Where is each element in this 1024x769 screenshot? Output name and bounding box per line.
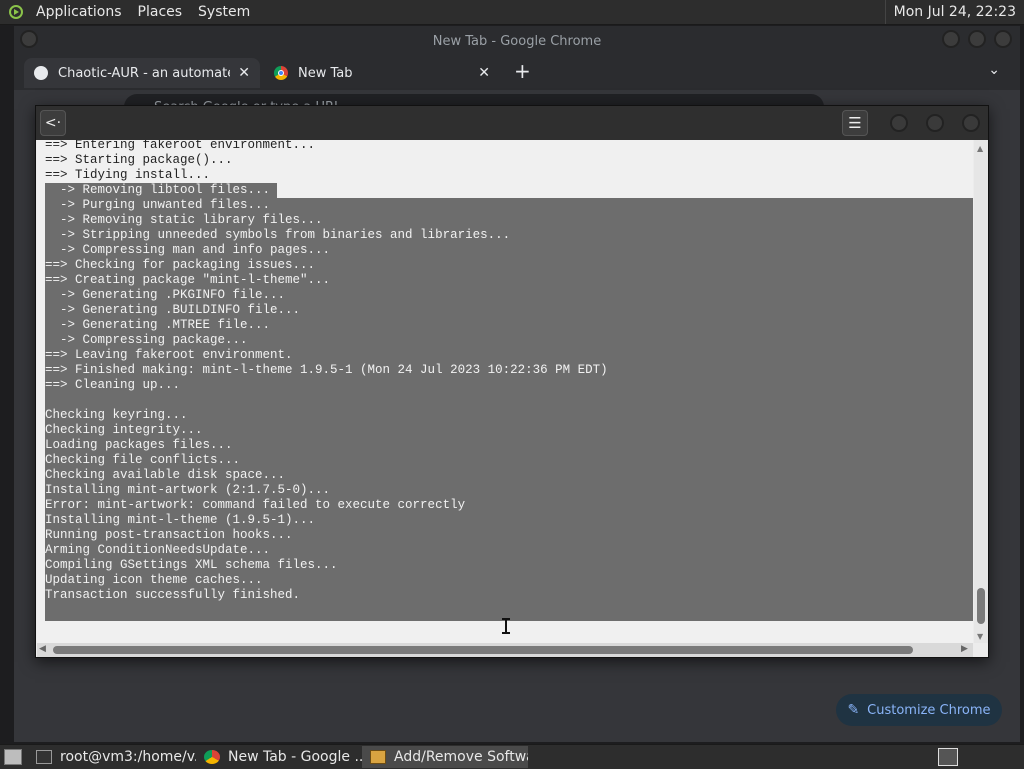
top-panel: Applications Places System Mon Jul 24, 2… xyxy=(0,0,1024,25)
workspace-switcher[interactable] xyxy=(938,748,958,766)
output-line: ==> Starting package()... xyxy=(45,153,233,167)
output-line: Loading packages files... xyxy=(45,438,233,452)
show-desktop-icon[interactable] xyxy=(4,749,22,765)
dialog-minimize-button[interactable] xyxy=(890,114,908,132)
chrome-icon xyxy=(204,750,220,764)
horizontal-scroll-thumb[interactable] xyxy=(53,646,913,654)
dialog-close-button[interactable] xyxy=(962,114,980,132)
customize-chrome-label: Customize Chrome xyxy=(867,702,991,718)
back-button[interactable]: <· xyxy=(40,110,66,136)
task-label: Add/Remove Software xyxy=(394,749,528,765)
task-add-remove-software[interactable]: Add/Remove Software xyxy=(362,746,528,768)
pencil-icon: ✎ xyxy=(847,702,860,718)
terminal-icon xyxy=(36,750,52,764)
output-line: ==> Entering fakeroot environment... xyxy=(45,140,316,152)
output-line: -> Purging unwanted files... xyxy=(45,198,271,212)
chrome-titlebar[interactable]: New Tab - Google Chrome xyxy=(14,26,1020,56)
tab-label: New Tab xyxy=(298,65,353,81)
horizontal-scrollbar[interactable]: ◀ ▶ xyxy=(37,643,973,657)
output-line: -> Generating .BUILDINFO file... xyxy=(45,303,301,317)
scroll-right-icon[interactable]: ▶ xyxy=(961,644,968,654)
output-line: Checking keyring... xyxy=(45,408,188,422)
task-terminal[interactable]: root@vm3:/home/v... xyxy=(28,746,196,768)
new-tab-button[interactable]: + xyxy=(514,60,531,82)
output-line: -> Generating .PKGINFO file... xyxy=(45,288,286,302)
mint-menu-icon[interactable] xyxy=(4,0,28,24)
dialog-header: <· ☰ xyxy=(36,106,988,140)
output-line: Compiling GSettings XML schema files... xyxy=(45,558,338,572)
system-menu[interactable]: System xyxy=(190,4,258,20)
output-line: Running post-transaction hooks... xyxy=(45,528,293,542)
task-label: New Tab - Google ... xyxy=(228,749,362,765)
menu-button[interactable]: ☰ xyxy=(842,110,868,136)
output-line: Installing mint-l-theme (1.9.5-1)... xyxy=(45,513,316,527)
output-line: Checking integrity... xyxy=(45,423,203,437)
tab-new-tab[interactable]: New Tab ✕ xyxy=(264,58,500,88)
output-line: ==> Tidying install... xyxy=(45,168,211,182)
tab-chaotic-aur[interactable]: Chaotic-AUR - an automated b ✕ xyxy=(24,58,260,88)
scroll-up-icon[interactable]: ▲ xyxy=(977,144,983,153)
output-line: ==> Checking for packaging issues... xyxy=(45,258,316,272)
window-menu-button[interactable] xyxy=(20,30,38,48)
close-button[interactable] xyxy=(994,30,1012,48)
tab-label: Chaotic-AUR - an automated b xyxy=(58,65,230,81)
output-line: Updating icon theme caches... xyxy=(45,573,263,587)
output-line: -> Stripping unneeded symbols from binar… xyxy=(45,228,511,242)
chrome-window-title: New Tab - Google Chrome xyxy=(432,33,602,49)
globe-icon xyxy=(34,66,48,80)
scroll-down-icon[interactable]: ▼ xyxy=(977,632,983,641)
output-line: Transaction successfully finished. xyxy=(45,588,301,602)
output-line: Checking available disk space... xyxy=(45,468,286,482)
package-icon xyxy=(370,750,386,764)
tab-close-icon[interactable]: ✕ xyxy=(238,65,250,81)
terminal-output[interactable]: ==> Entering fakeroot environment... ==> … xyxy=(37,140,973,643)
output-line: Error: mint-artwork: command failed to e… xyxy=(45,498,466,512)
output-line: -> Compressing man and info pages... xyxy=(45,243,331,257)
bottom-taskbar: root@vm3:/home/v... New Tab - Google ...… xyxy=(0,744,1024,769)
vertical-scroll-thumb[interactable] xyxy=(977,588,985,624)
maximize-button[interactable] xyxy=(968,30,986,48)
output-line: -> Generating .MTREE file... xyxy=(45,318,271,332)
output-line: Checking file conflicts... xyxy=(45,453,241,467)
output-lines: ==> Entering fakeroot environment... ==> … xyxy=(45,140,608,603)
transaction-output-dialog: <· ☰ ==> Entering fakeroot environment..… xyxy=(35,105,989,658)
output-line: ==> Finished making: mint-l-theme 1.9.5-… xyxy=(45,363,608,377)
output-line: -> Removing static library files... xyxy=(45,213,323,227)
scroll-left-icon[interactable]: ◀ xyxy=(39,644,46,654)
customize-chrome-button[interactable]: ✎ Customize Chrome xyxy=(836,694,1002,726)
output-line: Installing mint-artwork (2:1.7.5-0)... xyxy=(45,483,331,497)
back-arrow-icon: <· xyxy=(44,115,62,131)
dialog-maximize-button[interactable] xyxy=(926,114,944,132)
tab-close-icon[interactable]: ✕ xyxy=(478,65,490,81)
applications-menu[interactable]: Applications xyxy=(28,4,130,20)
task-label: root@vm3:/home/v... xyxy=(60,749,196,765)
output-line: -> Removing libtool files... xyxy=(45,183,271,197)
output-line: Arming ConditionNeedsUpdate... xyxy=(45,543,271,557)
places-menu[interactable]: Places xyxy=(130,4,191,20)
chrome-icon xyxy=(274,66,288,80)
minimize-button[interactable] xyxy=(942,30,960,48)
output-line: -> Compressing package... xyxy=(45,333,248,347)
hamburger-icon: ☰ xyxy=(848,114,862,132)
clock[interactable]: Mon Jul 24, 22:23 xyxy=(884,0,1024,24)
tab-search-chevron-icon[interactable]: ⌄ xyxy=(988,62,1000,78)
output-line: ==> Creating package "mint-l-theme"... xyxy=(45,273,331,287)
output-line: ==> Leaving fakeroot environment. xyxy=(45,348,293,362)
output-line: ==> Cleaning up... xyxy=(45,378,181,392)
text-cursor-icon xyxy=(502,618,510,634)
task-chrome[interactable]: New Tab - Google ... xyxy=(196,746,362,768)
vertical-scrollbar[interactable]: ▲ ▼ xyxy=(974,140,988,643)
